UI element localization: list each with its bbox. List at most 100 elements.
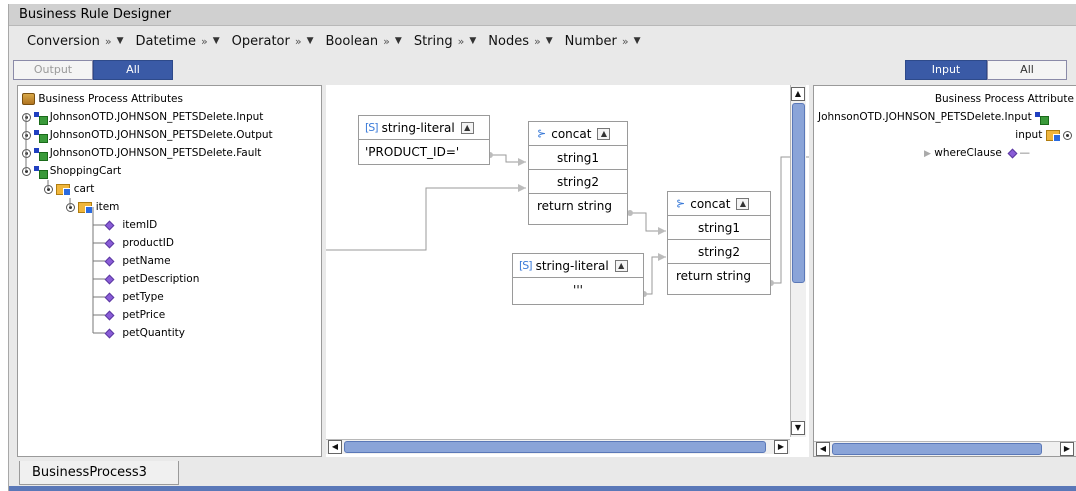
scroll-down-icon[interactable]: ▼ bbox=[791, 421, 805, 435]
menu-operator[interactable]: Operator » ▼ bbox=[232, 34, 314, 49]
input-port-string2[interactable]: string2 bbox=[529, 170, 627, 194]
dropdown-arrow-icon[interactable]: ▼ bbox=[307, 36, 314, 46]
left-attribute-tree: Business Process Attributes JohnsonOTD.J… bbox=[17, 85, 322, 457]
scroll-left-icon[interactable]: ◀ bbox=[816, 442, 830, 456]
chevron-icon: » bbox=[104, 34, 112, 48]
left-view-toggle: Output All bbox=[13, 60, 173, 80]
tree-line-icon: — bbox=[1019, 147, 1030, 159]
tab-businessprocess3[interactable]: BusinessProcess3 bbox=[19, 461, 179, 485]
canvas-horizontal-scrollbar[interactable]: ◀ ▶ bbox=[326, 439, 790, 454]
function-menubar: Conversion » ▼ Datetime » ▼ Operator » ▼… bbox=[9, 26, 1076, 56]
right-all-button[interactable]: All bbox=[987, 60, 1067, 80]
expand-icon[interactable] bbox=[66, 202, 75, 212]
menu-nodes-label: Nodes bbox=[488, 33, 529, 49]
scroll-thumb[interactable] bbox=[344, 441, 766, 453]
expand-icon[interactable] bbox=[22, 112, 31, 122]
dropdown-arrow-icon[interactable]: ▼ bbox=[634, 36, 641, 46]
output-port-return[interactable]: return string bbox=[668, 264, 770, 288]
collapse-icon[interactable]: ▲ bbox=[597, 127, 611, 140]
field-diamond-icon bbox=[104, 292, 115, 302]
output-button[interactable]: Output bbox=[13, 60, 93, 80]
table-icon bbox=[34, 111, 49, 125]
collapse-icon[interactable]: ▲ bbox=[736, 197, 750, 210]
scroll-right-icon[interactable]: ▶ bbox=[774, 440, 788, 454]
tree-node-item[interactable]: item bbox=[66, 198, 119, 216]
input-port-string2[interactable]: string2 bbox=[668, 240, 770, 264]
field-petdescription[interactable]: petDescription bbox=[104, 270, 199, 288]
right-horizontal-scrollbar[interactable]: ◀ ▶ bbox=[814, 441, 1076, 456]
dropdown-arrow-icon[interactable]: ▼ bbox=[213, 36, 220, 46]
chevron-icon: » bbox=[457, 34, 465, 48]
tree-node-cart[interactable]: cart bbox=[44, 180, 94, 198]
dropdown-arrow-icon[interactable]: ▼ bbox=[469, 36, 476, 46]
tree-node-label: cart bbox=[73, 183, 95, 195]
field-petname[interactable]: petName bbox=[104, 252, 171, 270]
tree-node-label: JohnsonOTD.JOHNSON_PETSDelete.Output bbox=[49, 129, 273, 141]
string-literal-node-2[interactable]: [S] string-literal ▲ ''' bbox=[512, 253, 644, 305]
right-tree-node-input[interactable]: JohnsonOTD.JOHNSON_PETSDelete.Input bbox=[818, 108, 1050, 126]
right-tree-input[interactable]: input bbox=[1015, 126, 1072, 144]
field-diamond-icon bbox=[104, 274, 115, 284]
string-literal-node-1[interactable]: [S] string-literal ▲ 'PRODUCT_ID=' bbox=[358, 115, 490, 165]
menu-datetime[interactable]: Datetime » ▼ bbox=[136, 34, 220, 49]
output-port-return[interactable]: return string bbox=[529, 194, 627, 218]
field-diamond-icon bbox=[104, 310, 115, 320]
all-button[interactable]: All bbox=[93, 60, 173, 80]
menu-conversion[interactable]: Conversion » ▼ bbox=[27, 34, 124, 49]
right-tree-whereclause[interactable]: ▶ whereClause — bbox=[924, 144, 1030, 162]
concat-node-1[interactable]: ⊱ concat ▲ string1 string2 return string bbox=[528, 121, 628, 225]
input-port-string1[interactable]: string1 bbox=[668, 216, 770, 240]
right-tree-root[interactable]: Business Process Attribute bbox=[935, 90, 1074, 108]
expand-icon[interactable] bbox=[44, 184, 53, 194]
field-pettype[interactable]: petType bbox=[104, 288, 164, 306]
expand-icon[interactable] bbox=[22, 148, 31, 158]
collapse-icon[interactable]: ▲ bbox=[614, 259, 628, 272]
literal-value[interactable]: 'PRODUCT_ID=' bbox=[359, 140, 489, 164]
right-attribute-tree: Business Process Attribute JohnsonOTD.JO… bbox=[813, 85, 1076, 457]
mapping-canvas[interactable]: [S] string-literal ▲ 'PRODUCT_ID=' ⊱ con… bbox=[326, 85, 809, 457]
tree-root[interactable]: Business Process Attributes bbox=[22, 90, 183, 108]
expand-icon[interactable] bbox=[22, 166, 31, 176]
concat-icon: ⊱ bbox=[676, 196, 686, 210]
tree-node-fault[interactable]: JohnsonOTD.JOHNSON_PETSDelete.Fault bbox=[22, 144, 261, 162]
input-button[interactable]: Input bbox=[905, 60, 987, 80]
field-diamond-icon bbox=[104, 220, 115, 230]
collapse-icon[interactable]: ▲ bbox=[460, 121, 474, 134]
field-productid[interactable]: productID bbox=[104, 234, 174, 252]
expand-icon[interactable] bbox=[1063, 130, 1072, 140]
menu-string-label: String bbox=[413, 33, 453, 49]
field-itemid[interactable]: itemID bbox=[104, 216, 158, 234]
field-label: itemID bbox=[122, 219, 158, 231]
menu-boolean[interactable]: Boolean » ▼ bbox=[326, 34, 402, 49]
node-title: string-literal bbox=[381, 120, 455, 135]
scroll-up-icon[interactable]: ▲ bbox=[791, 87, 805, 101]
scroll-thumb[interactable] bbox=[832, 443, 1042, 455]
menu-number[interactable]: Number » ▼ bbox=[565, 34, 641, 49]
concat-node-2[interactable]: ⊱ concat ▲ string1 string2 return string bbox=[667, 191, 771, 295]
expand-icon[interactable] bbox=[22, 130, 31, 140]
scroll-thumb[interactable] bbox=[792, 103, 805, 283]
field-petquantity[interactable]: petQuantity bbox=[104, 324, 185, 342]
menu-nodes[interactable]: Nodes » ▼ bbox=[488, 34, 552, 49]
literal-value[interactable]: ''' bbox=[513, 278, 643, 302]
tree-node-shoppingcart[interactable]: ShoppingCart bbox=[22, 162, 121, 180]
dropdown-arrow-icon[interactable]: ▼ bbox=[546, 36, 553, 46]
menu-string[interactable]: String » ▼ bbox=[414, 34, 476, 49]
canvas-vertical-scrollbar[interactable]: ▲ ▼ bbox=[790, 85, 806, 437]
field-petprice[interactable]: petPrice bbox=[104, 306, 165, 324]
chevron-icon: » bbox=[294, 34, 302, 48]
tree-node-input[interactable]: JohnsonOTD.JOHNSON_PETSDelete.Input bbox=[22, 108, 263, 126]
chevron-icon: » bbox=[201, 34, 208, 48]
node-header: [S] string-literal ▲ bbox=[359, 116, 489, 140]
menu-conversion-label: Conversion bbox=[27, 33, 100, 49]
tree-node-output[interactable]: JohnsonOTD.JOHNSON_PETSDelete.Output bbox=[22, 126, 273, 144]
folder-icon bbox=[56, 183, 72, 196]
dropdown-arrow-icon[interactable]: ▼ bbox=[117, 36, 124, 46]
scroll-left-icon[interactable]: ◀ bbox=[328, 440, 342, 454]
tree-node-label: JohnsonOTD.JOHNSON_PETSDelete.Input bbox=[49, 111, 264, 123]
input-port-string1[interactable]: string1 bbox=[529, 146, 627, 170]
scroll-right-icon[interactable]: ▶ bbox=[1060, 442, 1074, 456]
chevron-icon: » bbox=[621, 34, 629, 48]
dropdown-arrow-icon[interactable]: ▼ bbox=[395, 36, 402, 46]
chevron-icon: » bbox=[533, 34, 541, 48]
